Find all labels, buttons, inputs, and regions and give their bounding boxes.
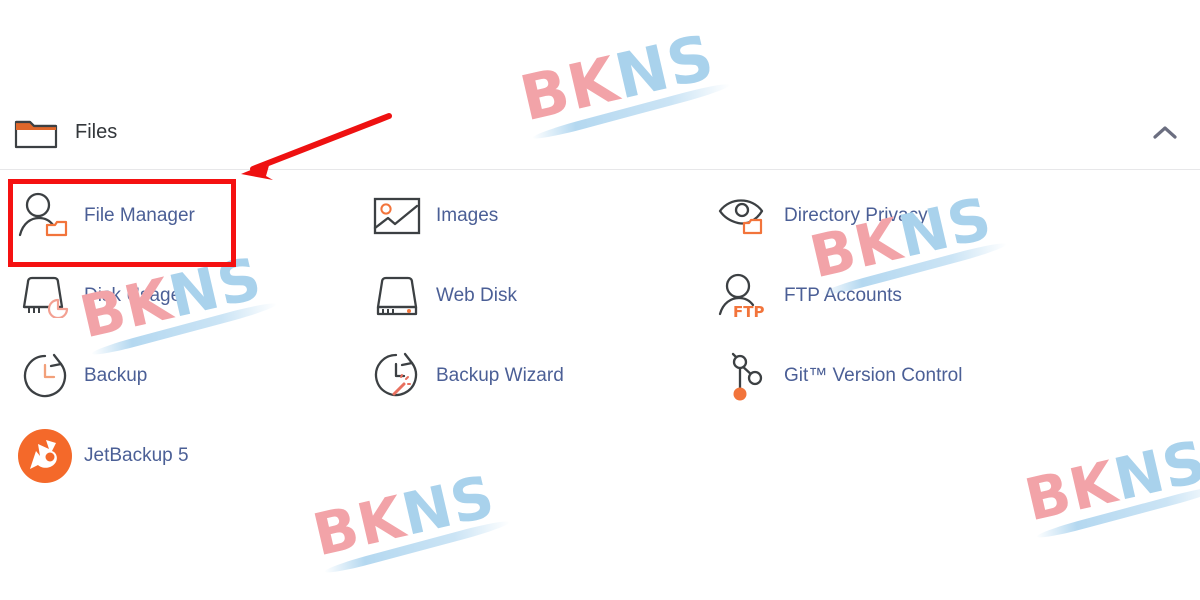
files-item-label: Backup — [84, 365, 148, 386]
files-item-label: FTP Accounts — [784, 285, 902, 306]
files-item-disk-usage[interactable]: Disk Usage — [0, 256, 352, 336]
disk-usage-icon — [14, 268, 76, 324]
files-item-label: File Manager — [84, 205, 195, 226]
git-version-control-icon — [714, 348, 776, 404]
chevron-up-icon[interactable] — [1148, 116, 1182, 150]
files-item-label: Disk Usage — [84, 285, 182, 306]
files-item-web-disk[interactable]: Web Disk — [352, 256, 700, 336]
watermark-swoosh — [323, 517, 511, 577]
images-icon — [366, 188, 428, 244]
web-disk-icon — [366, 268, 428, 324]
files-item-label: Git™ Version Control — [784, 365, 963, 386]
backup-icon — [14, 348, 76, 404]
files-item-git-version-control[interactable]: Git™ Version Control — [700, 336, 1200, 416]
backup-wizard-icon — [366, 348, 428, 404]
files-item-jetbackup-5[interactable]: JetBackup 5 — [0, 416, 352, 496]
files-panel: Files File Manager Images Directory Priv… — [0, 96, 1200, 496]
svg-text:FTP: FTP — [733, 303, 764, 320]
files-items-grid: File Manager Images Directory Privacy Di… — [0, 170, 1200, 496]
files-item-backup-wizard[interactable]: Backup Wizard — [352, 336, 700, 416]
files-item-label: Directory Privacy — [784, 205, 928, 226]
files-item-label: Backup Wizard — [436, 365, 564, 386]
files-item-label: Images — [436, 205, 499, 226]
directory-privacy-icon — [714, 188, 776, 244]
panel-title: Files — [75, 121, 118, 143]
folder-icon — [14, 116, 60, 150]
files-item-ftp-accounts[interactable]: FTP FTP Accounts — [700, 256, 1200, 336]
files-item-directory-privacy[interactable]: Directory Privacy — [700, 176, 1200, 256]
files-item-backup[interactable]: Backup — [0, 336, 352, 416]
ftp-accounts-icon: FTP — [714, 268, 776, 324]
jetbackup-icon — [14, 428, 76, 484]
files-item-label: JetBackup 5 — [84, 445, 189, 466]
file-manager-icon — [14, 188, 76, 244]
files-item-file-manager[interactable]: File Manager — [0, 176, 352, 256]
files-panel-header[interactable]: Files — [0, 96, 1200, 169]
files-item-images[interactable]: Images — [352, 176, 700, 256]
files-item-label: Web Disk — [436, 285, 517, 306]
